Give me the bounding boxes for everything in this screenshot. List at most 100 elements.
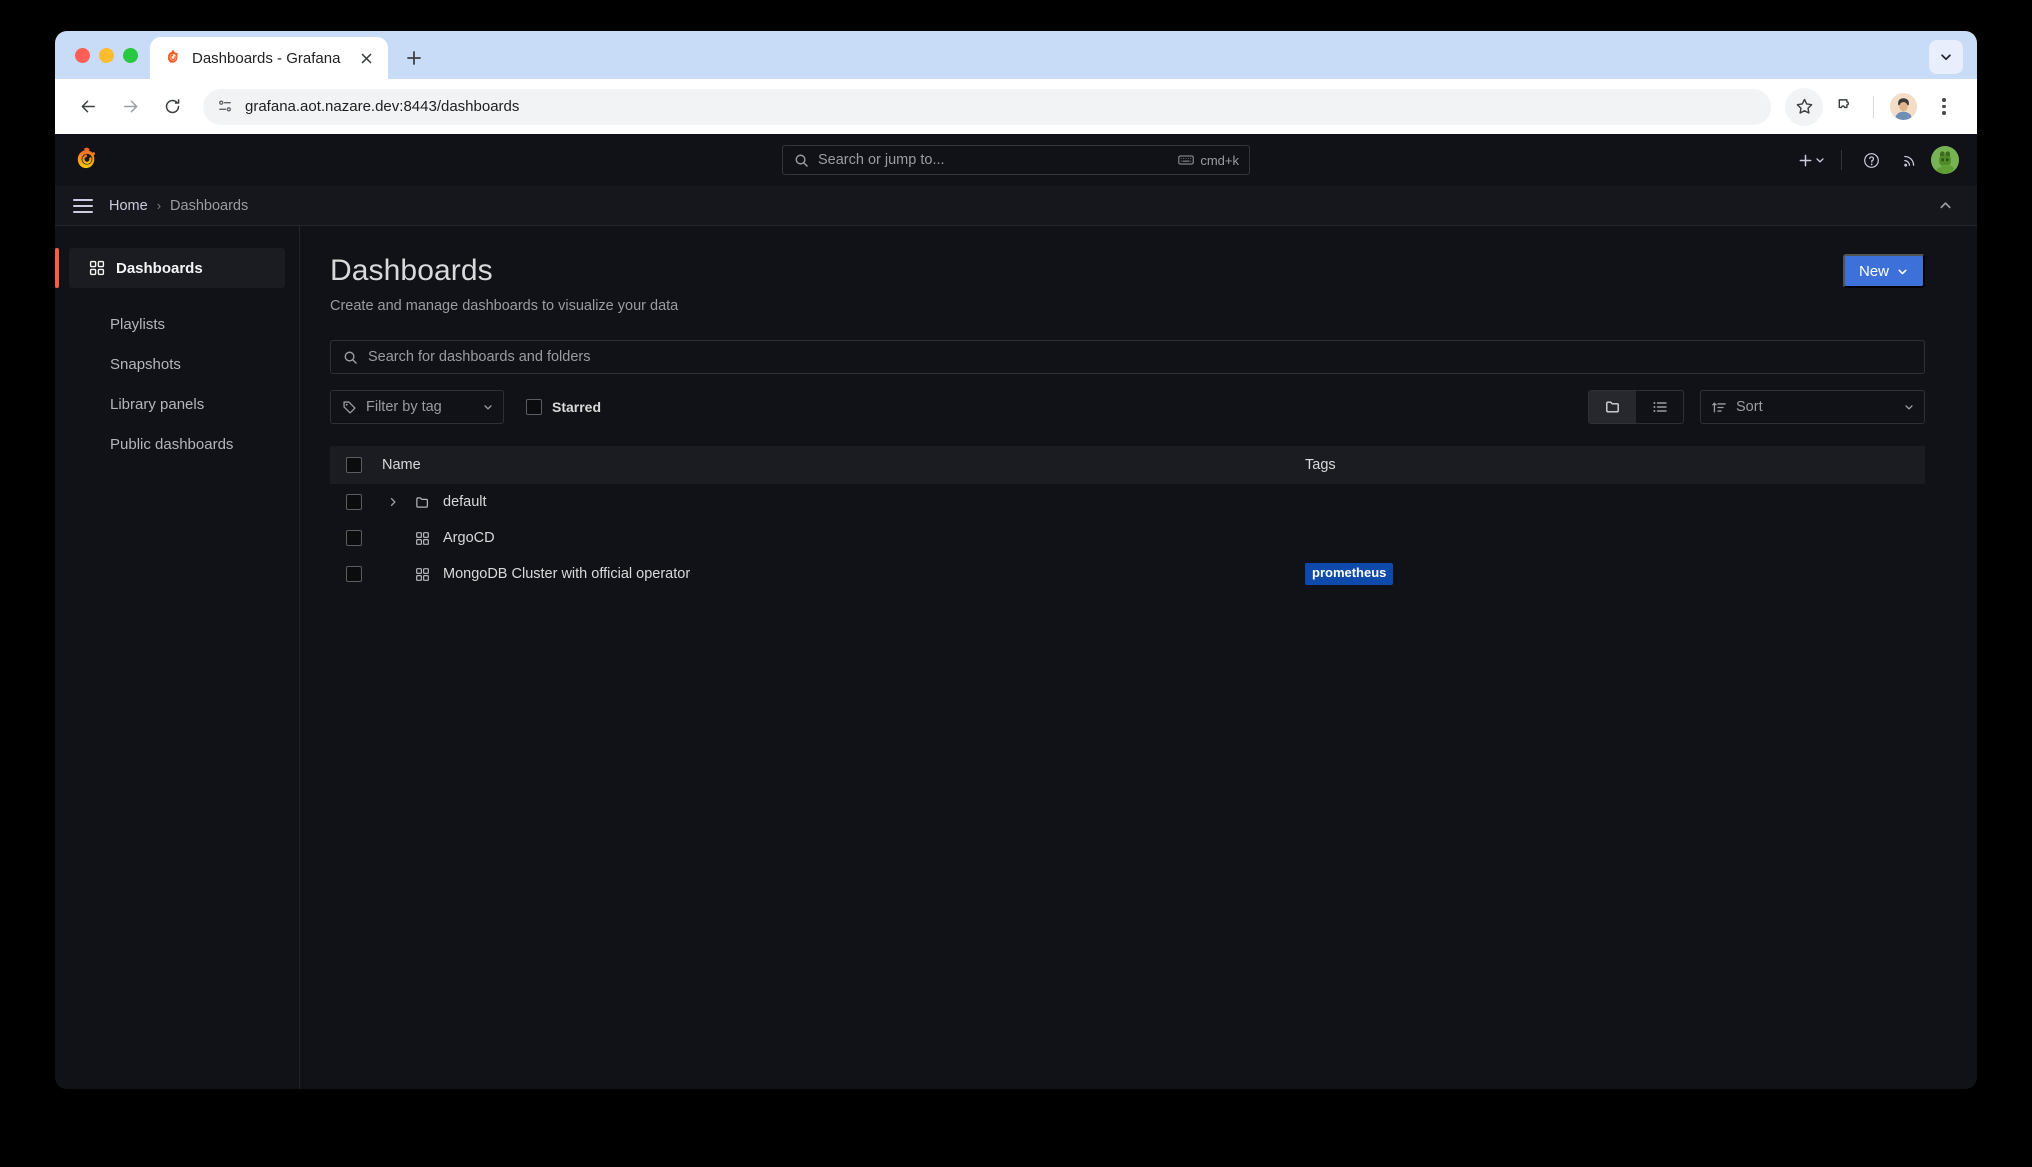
browser-toolbar: grafana.aot.nazare.dev:8443/dashboards bbox=[55, 79, 1977, 134]
row-name-label[interactable]: MongoDB Cluster with official operator bbox=[443, 566, 690, 582]
star-icon bbox=[1796, 98, 1812, 114]
dashboards-table: Name Tags default ArgoCD MongoDB Cluster… bbox=[330, 446, 1925, 592]
browser-tab-active[interactable]: Dashboards - Grafana bbox=[150, 37, 388, 79]
tag-icon bbox=[343, 400, 356, 414]
add-new-button[interactable] bbox=[1796, 144, 1828, 176]
help-button[interactable] bbox=[1855, 144, 1887, 176]
address-bar[interactable]: grafana.aot.nazare.dev:8443/dashboards bbox=[203, 88, 1771, 125]
tag-filter-label: Filter by tag bbox=[366, 399, 442, 415]
list-view-button[interactable] bbox=[1636, 391, 1683, 423]
forward-button[interactable] bbox=[111, 88, 149, 126]
list-icon bbox=[1652, 402, 1667, 412]
sidebar-item-snapshots[interactable]: Snapshots bbox=[69, 344, 285, 384]
breadcrumb-home[interactable]: Home bbox=[109, 198, 148, 214]
row-name-label[interactable]: default bbox=[443, 494, 487, 510]
search-icon bbox=[795, 154, 808, 167]
sort-amount-up-icon bbox=[1712, 402, 1726, 412]
row-tags-cell: prometheus bbox=[1305, 563, 1925, 585]
dashboards-grid-icon bbox=[89, 260, 105, 276]
search-icon bbox=[344, 351, 357, 364]
page-header: Dashboards Create and manage dashboards … bbox=[330, 254, 1925, 314]
chevron-right-icon bbox=[390, 497, 396, 507]
sidebar-item-label: Public dashboards bbox=[110, 435, 234, 453]
profile-avatar-icon[interactable] bbox=[1890, 93, 1917, 120]
puzzle-piece-icon bbox=[1838, 99, 1849, 109]
starred-filter[interactable]: Starred bbox=[526, 399, 601, 415]
row-checkbox[interactable] bbox=[346, 566, 362, 582]
expand-folder-button[interactable] bbox=[382, 496, 404, 508]
view-mode-toggle bbox=[1588, 390, 1684, 424]
table-row[interactable]: MongoDB Cluster with official operator p… bbox=[330, 556, 1925, 592]
starred-label: Starred bbox=[552, 399, 602, 415]
chevron-down-icon bbox=[1898, 269, 1907, 274]
sidebar-item-label: Snapshots bbox=[110, 355, 181, 373]
browser-window: Dashboards - Grafana grafana.aot.nazare.… bbox=[55, 31, 1977, 1089]
view-controls: Sort bbox=[1588, 390, 1925, 424]
sidebar-item-label: Dashboards bbox=[116, 259, 203, 277]
grafana-topbar: Search or jump to... cmd+k bbox=[55, 134, 1977, 186]
sidebar-item-label: Playlists bbox=[110, 315, 166, 333]
folder-icon bbox=[415, 495, 432, 510]
grafana-favicon-icon bbox=[167, 50, 179, 63]
new-tab-button[interactable] bbox=[396, 40, 432, 76]
sidebar-item-dashboards[interactable]: Dashboards bbox=[55, 248, 285, 288]
collapse-megamenu-button[interactable] bbox=[1931, 192, 1959, 220]
extensions-button[interactable] bbox=[1825, 88, 1863, 126]
browser-menu-button[interactable] bbox=[1925, 88, 1963, 126]
new-dashboard-button[interactable]: New bbox=[1842, 254, 1925, 288]
filter-row: Filter by tag Starred Sort bbox=[330, 390, 1925, 424]
minimize-window-button[interactable] bbox=[99, 47, 114, 63]
row-name-cell: MongoDB Cluster with official operator bbox=[382, 566, 1305, 582]
news-button[interactable] bbox=[1893, 144, 1925, 176]
row-checkbox[interactable] bbox=[346, 530, 362, 546]
address-bar-url: grafana.aot.nazare.dev:8443/dashboards bbox=[245, 98, 520, 115]
row-name-cell: default bbox=[382, 494, 1305, 510]
hamburger-menu-icon[interactable] bbox=[73, 198, 93, 213]
sidebar-item-public-dashboards[interactable]: Public dashboards bbox=[69, 424, 285, 464]
breadcrumb-current[interactable]: Dashboards bbox=[170, 198, 248, 214]
sort-select[interactable]: Sort bbox=[1700, 390, 1925, 424]
reload-button[interactable] bbox=[153, 88, 191, 126]
table-row[interactable]: ArgoCD bbox=[330, 520, 1925, 556]
row-name-label[interactable]: ArgoCD bbox=[443, 530, 495, 546]
tag-badge[interactable]: prometheus bbox=[1305, 563, 1394, 585]
page-title: Dashboards bbox=[330, 254, 493, 287]
tab-search-button[interactable] bbox=[1929, 40, 1963, 74]
grafana-sidebar: Dashboards Playlists Snapshots Library p… bbox=[55, 226, 300, 1089]
breadcrumb: Home › Dashboards bbox=[109, 198, 248, 214]
column-header-tags[interactable]: Tags bbox=[1305, 457, 1925, 473]
site-settings-icon[interactable] bbox=[217, 98, 234, 115]
starred-checkbox[interactable] bbox=[526, 399, 542, 415]
row-name-cell: ArgoCD bbox=[382, 530, 1305, 546]
row-checkbox[interactable] bbox=[346, 494, 362, 510]
rss-icon bbox=[1903, 155, 1914, 167]
close-window-button[interactable] bbox=[75, 47, 90, 63]
topbar-divider bbox=[1841, 150, 1842, 170]
dashboard-grid-icon bbox=[415, 567, 432, 582]
tag-filter-select[interactable]: Filter by tag bbox=[330, 390, 504, 424]
user-avatar[interactable] bbox=[1931, 146, 1959, 174]
chevron-down-icon bbox=[484, 405, 492, 410]
dashboard-search-input[interactable]: Search for dashboards and folders bbox=[330, 340, 1925, 374]
folder-view-button[interactable] bbox=[1589, 391, 1636, 423]
column-header-name[interactable]: Name bbox=[382, 457, 1305, 473]
grafana-app: Search or jump to... cmd+k Home › Dashbo… bbox=[55, 134, 1977, 1089]
close-icon[interactable] bbox=[354, 46, 378, 70]
bookmark-button[interactable] bbox=[1785, 87, 1823, 126]
sidebar-item-library-panels[interactable]: Library panels bbox=[69, 384, 285, 424]
global-search-box[interactable]: Search or jump to... cmd+k bbox=[782, 145, 1250, 175]
breadcrumb-bar: Home › Dashboards bbox=[55, 186, 1977, 226]
table-row[interactable]: default bbox=[330, 484, 1925, 520]
grafana-logo-icon[interactable] bbox=[73, 146, 101, 174]
folder-icon bbox=[1605, 401, 1619, 413]
back-button[interactable] bbox=[69, 88, 107, 126]
sort-select-label: Sort bbox=[1736, 399, 1763, 415]
browser-tab-strip: Dashboards - Grafana bbox=[55, 31, 1977, 79]
select-all-checkbox[interactable] bbox=[346, 457, 362, 473]
search-shortcut-label: cmd+k bbox=[1200, 152, 1239, 168]
sidebar-item-playlists[interactable]: Playlists bbox=[69, 304, 285, 344]
toolbar-divider bbox=[1873, 95, 1874, 118]
row-select-cell bbox=[330, 530, 382, 546]
maximize-window-button[interactable] bbox=[123, 47, 138, 63]
